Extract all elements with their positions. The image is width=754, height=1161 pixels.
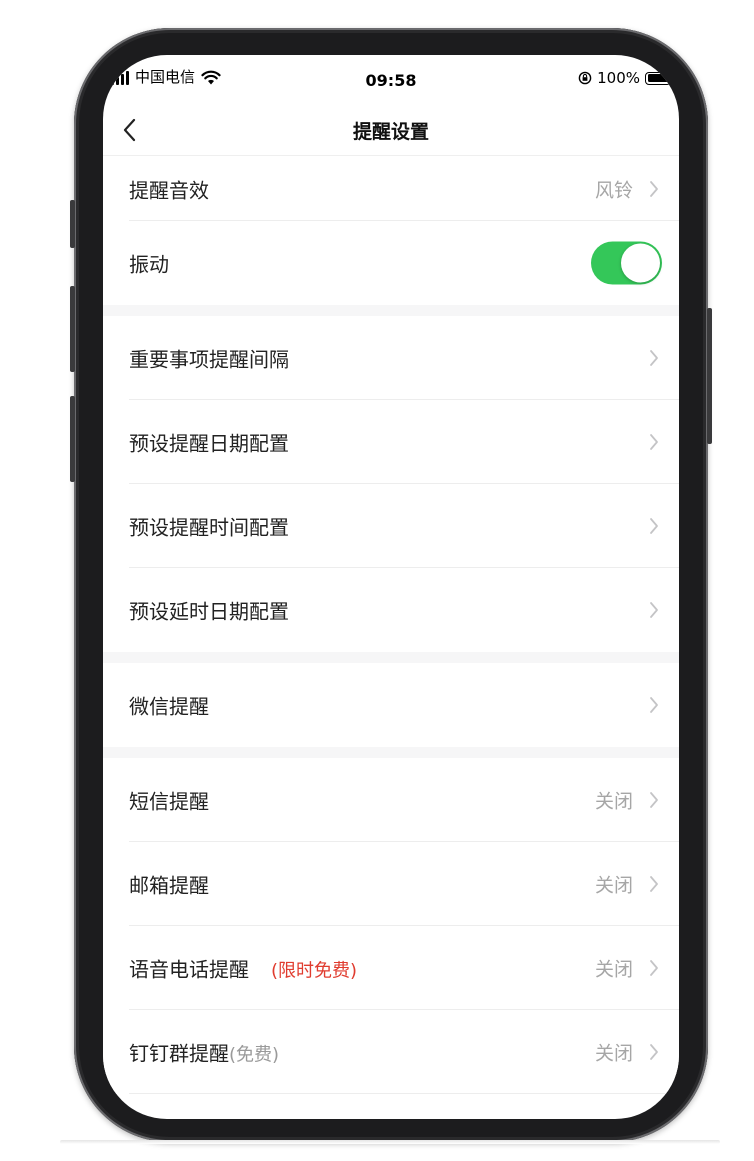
setting-label: 预设提醒时间配置 [129,515,289,540]
chevron-right-icon [650,350,658,366]
setting-label: 邮箱提醒 [129,873,209,898]
chevron-right-icon [650,518,658,534]
setting-row-sound[interactable]: 提醒音效 风铃 [103,156,679,221]
volume-up-button [70,286,75,372]
vibrate-toggle[interactable] [591,241,662,285]
settings-list: 提醒音效 风铃 振动 重要事项提醒间隔 预设提醒日期配置 预设提醒时间配置 预设 [103,156,679,1094]
setting-label: 微信提醒 [129,694,209,719]
chevron-right-icon [650,602,658,618]
battery-percent: 100% [597,69,640,87]
setting-row-vibrate: 振动 [103,221,679,305]
rotation-lock-icon [578,71,592,85]
setting-value: 关闭 [594,958,633,981]
silent-switch [70,200,75,248]
setting-label: 重要事项提醒间隔 [129,347,289,372]
setting-label: 语音电话提醒 (限时免费) [129,954,357,983]
setting-label: 预设延时日期配置 [129,599,289,624]
promo-note: (限时免费) [271,960,358,982]
setting-label-text: 语音电话提醒 [129,957,249,982]
setting-row-voice-call[interactable]: 语音电话提醒 (限时免费) 关闭 [103,926,679,1010]
chevron-right-icon [650,792,658,808]
setting-row-preset-delay[interactable]: 预设延时日期配置 [103,568,679,652]
free-note: (免费) [229,1044,280,1066]
setting-label: 振动 [129,252,169,277]
chevron-right-icon [650,876,658,892]
chevron-right-icon [650,697,658,713]
setting-row-interval[interactable]: 重要事项提醒间隔 [103,316,679,400]
page-title: 提醒设置 [352,121,429,143]
setting-row-wechat[interactable]: 微信提醒 [103,663,679,747]
phone-screen: 中国电信 09:58 100% 提醒设置 提醒音效 风铃 振动 重要事项提醒间隔… [103,55,679,1119]
device-shadow [60,1140,720,1144]
row-divider [129,1093,679,1094]
setting-label: 钉钉群提醒(免费) [129,1038,279,1067]
status-bar: 中国电信 09:58 100% [103,55,679,105]
setting-row-dingtalk[interactable]: 钉钉群提醒(免费) 关闭 [103,1010,679,1094]
battery-fill [647,74,669,82]
chevron-right-icon [650,180,658,197]
setting-value: 风铃 [594,179,633,201]
section-gap [103,652,679,663]
volume-down-button [70,396,75,482]
setting-value: 关闭 [594,874,633,897]
toggle-knob [621,243,660,283]
power-button [707,308,712,444]
chevron-right-icon [650,434,658,450]
nav-bar: 提醒设置 [103,105,679,156]
setting-row-sms[interactable]: 短信提醒 关闭 [103,758,679,842]
setting-row-email[interactable]: 邮箱提醒 关闭 [103,842,679,926]
chevron-right-icon [650,1044,658,1060]
battery-icon [645,71,674,85]
setting-label: 预设提醒日期配置 [129,431,289,456]
setting-row-preset-time[interactable]: 预设提醒时间配置 [103,484,679,568]
section-gap [103,305,679,316]
setting-label: 提醒音效 [129,178,209,202]
chevron-right-icon [650,960,658,976]
status-right: 100% [578,69,674,87]
section-gap [103,747,679,758]
setting-label-text: 钉钉群提醒 [129,1041,229,1066]
setting-row-preset-date[interactable]: 预设提醒日期配置 [103,400,679,484]
setting-label: 短信提醒 [129,789,209,814]
setting-value: 关闭 [594,1042,633,1065]
setting-value: 关闭 [594,790,633,813]
